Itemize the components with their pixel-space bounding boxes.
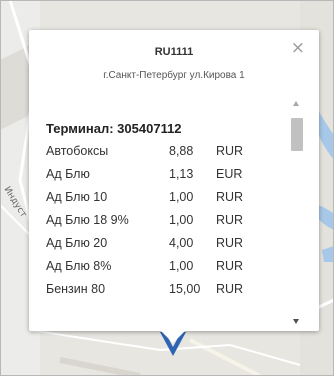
price-row: Ад Блю 1,13 EUR xyxy=(46,163,301,186)
product-price: 8,88 xyxy=(169,144,194,158)
product-name: Ад Блю 8% xyxy=(46,259,112,273)
product-name: Ад Блю 10 xyxy=(46,190,108,204)
price-row: Автобоксы 8,88 RUR xyxy=(46,140,301,163)
scrollbar-thumb[interactable] xyxy=(291,118,303,151)
product-currency: RUR xyxy=(216,236,244,250)
popup-title: RU1111 xyxy=(154,46,194,58)
price-row: Ад Блю 10 1,00 RUR xyxy=(46,186,301,209)
scroll-down-arrow-icon[interactable] xyxy=(293,319,299,324)
product-currency: RUR xyxy=(216,282,244,296)
list-scrollbar[interactable] xyxy=(289,99,304,326)
info-popup: × RU1111 г.Санкт-Петербург ул.Кирова 1 Т… xyxy=(29,30,319,331)
product-price: 1,00 xyxy=(169,213,194,227)
product-name: Ад Блю 18 9% xyxy=(46,213,129,227)
product-price: 4,00 xyxy=(169,236,194,250)
price-row: Ад Блю 8% 1,00 RUR xyxy=(46,255,301,278)
popup-pointer xyxy=(161,331,185,343)
product-name: Ад Блю xyxy=(46,167,90,181)
product-name: Ад Блю 20 xyxy=(46,236,108,250)
product-currency: RUR xyxy=(216,190,244,204)
product-price: 1,00 xyxy=(169,190,194,204)
product-currency: RUR xyxy=(216,259,244,273)
scroll-up-arrow-icon[interactable] xyxy=(293,101,299,106)
terminal-heading: Терминал: 305407112 xyxy=(46,121,182,136)
price-list[interactable]: Терминал: 305407112 Автобоксы 8,88 RUR А… xyxy=(46,118,301,323)
product-currency: RUR xyxy=(216,213,244,227)
product-currency: RUR xyxy=(216,144,244,158)
price-row: Бензин 80 15,00 RUR xyxy=(46,278,301,301)
product-currency: EUR xyxy=(216,167,243,181)
product-name: Бензин 80 xyxy=(46,282,106,296)
product-price: 15,00 xyxy=(169,282,201,296)
price-row: Ад Блю 18 9% 1,00 RUR xyxy=(46,209,301,232)
product-name: Автобоксы xyxy=(46,144,109,158)
product-price: 1,00 xyxy=(169,259,194,273)
popup-address: г.Санкт-Петербург ул.Кирова 1 xyxy=(103,70,245,81)
price-row: Ад Блю 20 4,00 RUR xyxy=(46,232,301,255)
product-price: 1,13 xyxy=(169,167,194,181)
